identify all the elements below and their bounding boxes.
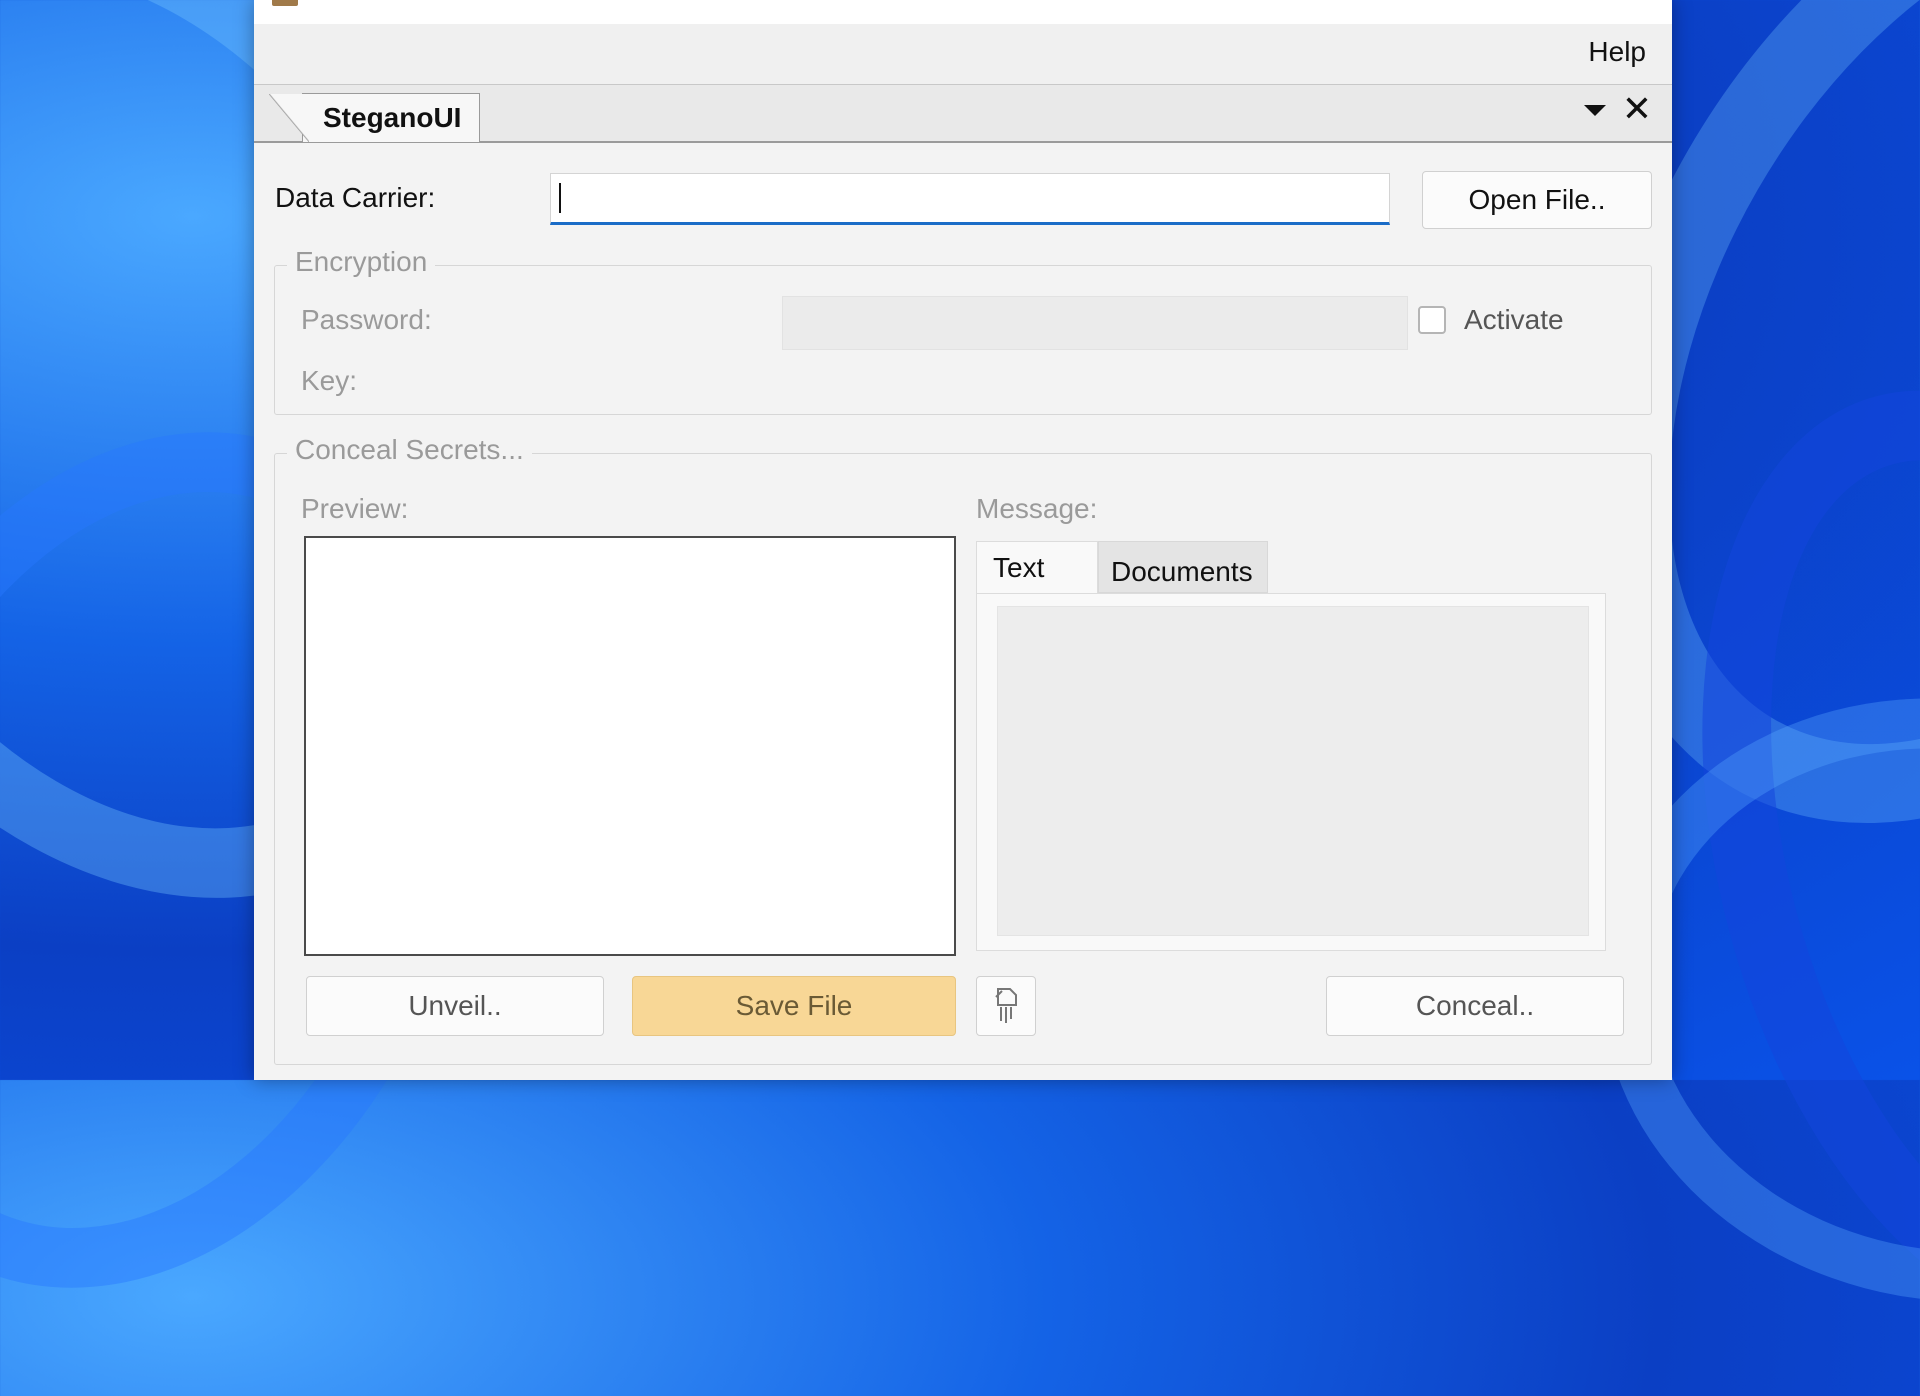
activate-checkbox[interactable] [1418,306,1446,334]
save-file-button[interactable]: Save File [632,976,956,1036]
encryption-group-title: Encryption [287,246,436,278]
document-tab-strip: SteganoUI ✕ [254,85,1672,143]
unveil-button[interactable]: Unveil.. [306,976,604,1036]
data-carrier-input[interactable] [550,173,1390,225]
tab-steganoui[interactable]: SteganoUI [268,93,481,142]
preview-label: Preview: [301,493,409,524]
password-input[interactable] [782,296,1408,350]
conceal-secrets-title: Conceal Secrets... [287,434,532,466]
data-carrier-label: Data Carrier: [275,182,436,213]
app-icon [272,0,298,6]
text-caret [559,183,561,213]
tab-documents[interactable]: Documents [1098,541,1268,593]
main-content: Data Carrier: Open File.. Encryption Pas… [254,143,1672,1080]
menu-help[interactable]: Help [1588,36,1646,68]
preview-pane [304,536,956,956]
menu-bar: Help [254,24,1672,85]
message-panel [976,593,1606,951]
chevron-down-icon[interactable] [1584,105,1606,116]
document-shred-icon [995,988,1017,1023]
title-bar[interactable] [254,0,1672,24]
shred-button[interactable] [976,976,1036,1036]
tab-text[interactable]: Text [976,541,1098,593]
activate-label[interactable]: Activate [1464,304,1564,336]
conceal-button[interactable]: Conceal.. [1326,976,1624,1036]
message-label: Message: [976,493,1098,524]
app-window: Help SteganoUI ✕ Data Carrier: Open File… [254,0,1672,1080]
key-label: Key: [301,365,358,396]
close-icon[interactable]: ✕ [1622,91,1652,127]
open-file-button[interactable]: Open File.. [1422,171,1652,229]
message-text-area[interactable] [997,606,1589,936]
password-label: Password: [301,304,432,335]
